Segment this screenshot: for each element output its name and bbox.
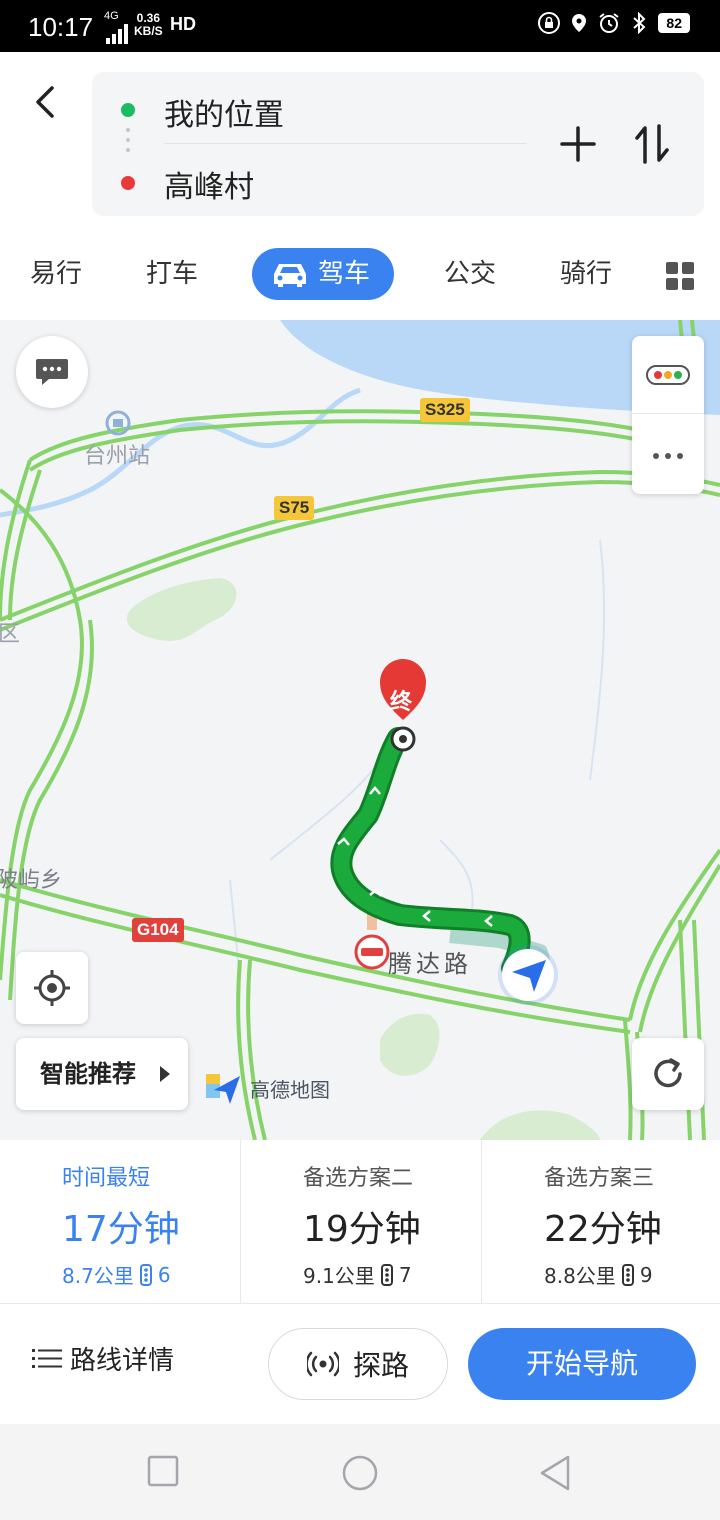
- option-distance: 8.7公里: [62, 1264, 134, 1288]
- status-bar: 10:17 4G 0.36 KB/S HD 82: [0, 0, 720, 52]
- route-detail-label: 路线详情: [70, 1346, 175, 1376]
- highway-shield-g104: G104: [132, 918, 184, 942]
- system-navigation-bar: [0, 1424, 720, 1520]
- refresh-icon: [654, 1058, 682, 1088]
- map-tools-panel: [632, 336, 704, 494]
- more-options-button[interactable]: [632, 416, 704, 494]
- option-label: 备选方案二: [303, 1166, 414, 1191]
- highway-shield-s75: S75: [274, 496, 315, 520]
- battery-indicator: 82: [658, 13, 690, 33]
- destination-field[interactable]: 高峰村: [164, 162, 254, 206]
- travel-mode-tabs: 易行 打车 驾车 公交 骑行: [0, 236, 720, 320]
- network-speed: 0.36 KB/S: [134, 12, 163, 38]
- amap-logo-text: 高德地图: [250, 1077, 330, 1102]
- option-meta: 8.7公里 6: [62, 1260, 171, 1289]
- option-distance: 9.1公里: [303, 1264, 375, 1288]
- more-modes-grid-icon[interactable]: [666, 262, 694, 290]
- traffic-light-icon: [380, 1263, 393, 1286]
- recent-apps-icon[interactable]: [146, 1454, 180, 1488]
- option-lights: 7: [398, 1262, 412, 1287]
- broadcast-icon: [306, 1351, 339, 1377]
- destination-dot: [121, 176, 135, 190]
- explore-label: 探路: [352, 1349, 409, 1382]
- network-type: 4G: [104, 10, 119, 22]
- explore-route-button[interactable]: 探路: [268, 1328, 448, 1400]
- option-label: 时间最短: [62, 1166, 151, 1191]
- smart-recommend-label: 智能推荐: [40, 1060, 136, 1088]
- alarm-icon: [599, 13, 620, 33]
- option-time: 19分钟: [303, 1209, 421, 1250]
- option-time: 22分钟: [544, 1209, 662, 1250]
- hd-badge: HD: [170, 14, 196, 34]
- add-stop-button[interactable]: [558, 124, 598, 164]
- traffic-light-icon: [139, 1263, 152, 1286]
- district-label: 区: [0, 622, 21, 647]
- road-label: 腾达路: [388, 950, 472, 978]
- option-lights: 6: [157, 1262, 171, 1287]
- car-icon: [274, 264, 306, 287]
- origin-dot: [121, 103, 135, 117]
- park-area: [126, 578, 237, 641]
- status-time: 10:17: [28, 12, 94, 42]
- route-option-alt-2[interactable]: 备选方案二 19分钟 9.1公里 7: [240, 1140, 480, 1304]
- locate-button[interactable]: [16, 952, 88, 1024]
- lock-icon: [538, 12, 561, 34]
- amap-logo: 高德地图: [204, 1068, 330, 1108]
- speed-unit: KB/S: [134, 24, 163, 38]
- traffic-light-icon: [621, 1263, 634, 1286]
- end-marker-label: 终: [390, 690, 413, 715]
- triangle-right-icon: [160, 1066, 170, 1082]
- park-area: [480, 1110, 600, 1140]
- swap-route-button[interactable]: [632, 122, 672, 166]
- route-header: 我的位置 高峰村: [0, 52, 720, 232]
- option-time: 17分钟: [62, 1209, 180, 1250]
- traffic-light-icon: [646, 365, 690, 385]
- signal-icon: [106, 24, 128, 44]
- tab-drive-label: 驾车: [318, 259, 371, 289]
- home-icon[interactable]: [341, 1454, 379, 1492]
- option-lights: 9: [639, 1262, 653, 1287]
- list-icon: [32, 1348, 62, 1368]
- amap-logo-icon: [206, 1074, 240, 1104]
- tab-yixing[interactable]: 易行: [30, 248, 82, 300]
- park-area: [380, 1013, 440, 1076]
- status-icons: 82: [538, 12, 690, 34]
- back-button[interactable]: [22, 80, 66, 124]
- option-meta: 9.1公里 7: [303, 1260, 412, 1289]
- tab-ride[interactable]: 骑行: [560, 248, 612, 300]
- start-navigation-button[interactable]: 开始导航: [468, 1328, 696, 1400]
- chat-icon: [36, 359, 68, 385]
- option-meta: 8.8公里 9: [544, 1260, 653, 1289]
- highway-shield-s325: S325: [420, 398, 470, 422]
- more-dots-icon: [653, 453, 683, 459]
- route-detail-button[interactable]: 路线详情: [32, 1340, 174, 1377]
- smart-recommend-button[interactable]: 智能推荐: [16, 1038, 188, 1110]
- route-connector: [126, 128, 130, 158]
- route-option-alt-3[interactable]: 备选方案三 22分钟 8.8公里 9: [481, 1140, 720, 1304]
- location-icon: [572, 14, 587, 32]
- route-divider: [164, 143, 526, 144]
- message-button[interactable]: [16, 336, 88, 408]
- station-label: 台州站: [84, 444, 151, 469]
- route-input-box: 我的位置 高峰村: [92, 72, 704, 216]
- action-bar: 路线详情 探路 开始导航: [0, 1304, 720, 1424]
- refresh-route-button[interactable]: [632, 1038, 704, 1110]
- township-label: 陂屿乡: [0, 868, 63, 893]
- route-option-fastest[interactable]: 时间最短 17分钟 8.7公里 6: [0, 1140, 240, 1304]
- option-label: 备选方案三: [544, 1166, 655, 1191]
- train-station-icon: [105, 410, 131, 436]
- route-options: 时间最短 17分钟 8.7公里 6 备选方案二 19分钟 9.1公里 7 备选方…: [0, 1140, 720, 1304]
- back-nav-icon[interactable]: [538, 1454, 572, 1492]
- map-view[interactable]: 台州站 区 陂屿乡 S325 S75 G104 腾达路 终 智能推荐 高德地图: [0, 320, 720, 1140]
- origin-field[interactable]: 我的位置: [164, 90, 284, 134]
- tab-bus[interactable]: 公交: [444, 248, 496, 300]
- crosshair-icon: [34, 970, 70, 1006]
- bluetooth-icon: [633, 12, 646, 34]
- option-distance: 8.8公里: [544, 1264, 616, 1288]
- tab-taxi[interactable]: 打车: [146, 248, 198, 300]
- tab-drive[interactable]: 驾车: [252, 248, 394, 300]
- traffic-toggle-button[interactable]: [632, 336, 704, 414]
